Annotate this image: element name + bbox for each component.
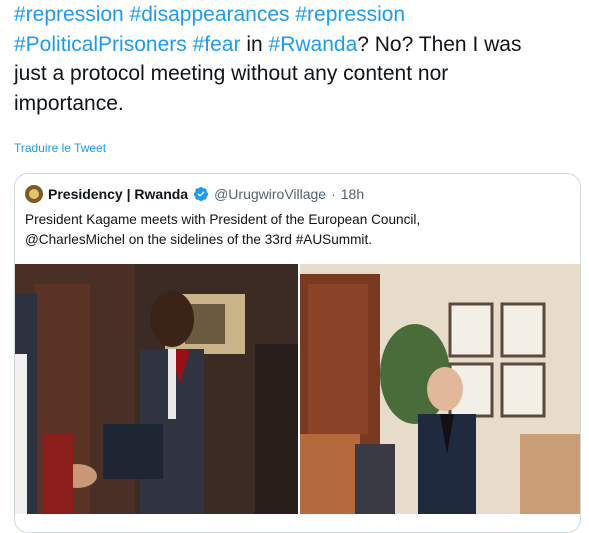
hashtag-link[interactable]: #PoliticalPrisoners <box>14 33 187 56</box>
quoted-author-name[interactable]: Presidency | Rwanda <box>48 186 188 202</box>
quoted-tweet-time[interactable]: 18h <box>341 186 364 202</box>
photo-seated-meeting[interactable] <box>300 264 580 514</box>
hashtag-link[interactable]: #fear <box>193 33 241 56</box>
tweet-line-2: #PoliticalPrisoners #fear in #Rwanda? No… <box>14 30 584 60</box>
quoted-media-grid <box>15 264 580 514</box>
quoted-tweet-body: President Kagame meets with President of… <box>25 210 565 250</box>
hashtag-link[interactable]: #repression <box>295 3 405 26</box>
quoted-tweet-card[interactable]: Presidency | Rwanda @UrugwiroVillage · 1… <box>14 173 581 533</box>
verified-badge-icon <box>193 186 209 202</box>
hashtag-link[interactable]: #Rwanda <box>269 33 358 56</box>
quoted-body-line: President Kagame meets with President of… <box>25 212 421 227</box>
quoted-author-handle[interactable]: @UrugwiroVillage <box>214 186 326 202</box>
hashtag-link[interactable]: #repression <box>14 3 124 26</box>
presidency-seal-avatar[interactable] <box>25 185 43 203</box>
tweet-fragment: ? No? Then I was <box>357 32 522 56</box>
separator-dot: · <box>331 186 336 202</box>
tweet-line-4: importance. <box>14 91 124 115</box>
tweet-line-1: #repression #disappearances #repression <box>14 0 584 30</box>
tweet-word: in <box>246 32 263 56</box>
photo-handshake[interactable] <box>15 264 298 514</box>
hashtag-link[interactable]: #disappearances <box>130 3 290 26</box>
tweet-text: #repression #disappearances #repression … <box>14 0 584 118</box>
tweet-line-3: just a protocol meeting without any cont… <box>14 62 449 85</box>
quoted-tweet-header: Presidency | Rwanda @UrugwiroVillage · 1… <box>25 184 364 204</box>
quoted-body-line: @CharlesMichel on the sidelines of the 3… <box>25 232 373 247</box>
translate-tweet-link[interactable]: Traduire le Tweet <box>14 141 106 155</box>
